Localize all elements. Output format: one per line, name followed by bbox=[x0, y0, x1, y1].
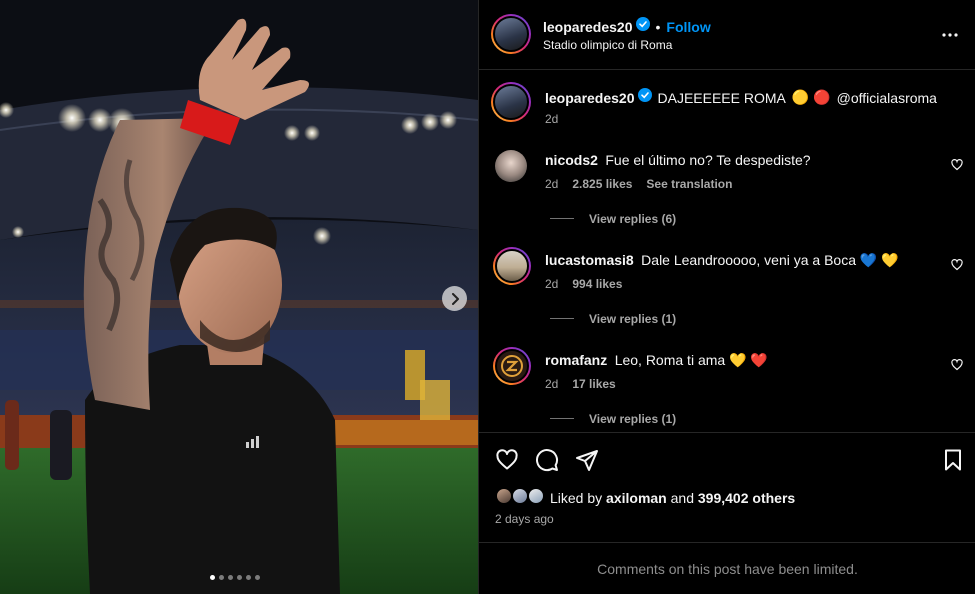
carousel-dot bbox=[219, 575, 224, 580]
avatar bbox=[527, 487, 545, 505]
replies-divider bbox=[550, 318, 574, 319]
carousel-dot bbox=[255, 575, 260, 580]
comment-likes[interactable]: 17 likes bbox=[572, 377, 615, 391]
comments-limited-text: Comments on this post have been limited. bbox=[597, 560, 858, 577]
carousel-dot bbox=[246, 575, 251, 580]
post-location[interactable]: Stadio olimpico di Roma bbox=[543, 38, 672, 52]
comment-item: lucastomasi8 Dale Leandrooooo, veni ya a… bbox=[479, 242, 975, 342]
comment-avatar[interactable] bbox=[495, 150, 527, 182]
post-date[interactable]: 2 days ago bbox=[495, 512, 554, 526]
like-comment-icon[interactable] bbox=[951, 358, 963, 376]
caption-mention[interactable]: @officialasroma bbox=[837, 90, 937, 106]
comment-likes[interactable]: 994 likes bbox=[572, 277, 622, 291]
comment-time[interactable]: 2d bbox=[545, 377, 558, 391]
carousel-dot bbox=[228, 575, 233, 580]
post-details-panel: leoparedes20 • Follow Stadio olimpico di… bbox=[478, 0, 975, 594]
next-image-button[interactable] bbox=[442, 286, 467, 311]
comment-item: romafanz Leo, Roma ti ama 💛 ❤️ 2d 17 lik… bbox=[479, 342, 975, 432]
see-translation-link[interactable]: See translation bbox=[646, 177, 732, 191]
stadium-photo bbox=[0, 0, 478, 594]
caption-text: DAJEEEEEE ROMA bbox=[657, 89, 786, 106]
like-icon[interactable] bbox=[495, 448, 519, 477]
comment-username[interactable]: lucastomasi8 bbox=[545, 252, 634, 268]
comment-avatar[interactable] bbox=[493, 247, 531, 285]
liked-by-others[interactable]: 399,402 others bbox=[698, 490, 795, 506]
comment-time[interactable]: 2d bbox=[545, 277, 558, 291]
liked-by-avatars[interactable] bbox=[495, 487, 547, 507]
post-image[interactable] bbox=[0, 0, 478, 594]
author-avatar[interactable] bbox=[491, 14, 531, 54]
liked-by-prefix: Liked by bbox=[550, 490, 603, 506]
caption-time[interactable]: 2d bbox=[545, 112, 558, 126]
carousel-dot bbox=[210, 575, 215, 580]
comment-text: Leo, Roma ti ama 💛 ❤️ bbox=[614, 352, 768, 368]
chevron-right-icon bbox=[451, 292, 459, 305]
replies-divider bbox=[550, 218, 574, 219]
carousel-dot bbox=[237, 575, 242, 580]
caption-emojis: 🟡 🔴 bbox=[791, 89, 831, 105]
comment-icon[interactable] bbox=[535, 448, 559, 477]
liked-by-user[interactable]: axiloman bbox=[606, 490, 667, 506]
comment-time[interactable]: 2d bbox=[545, 177, 558, 191]
replies-divider bbox=[550, 418, 574, 419]
more-options-icon[interactable] bbox=[941, 26, 959, 49]
verified-badge-icon bbox=[637, 88, 652, 107]
view-replies-button[interactable]: View replies (1) bbox=[589, 412, 676, 426]
caption-avatar[interactable] bbox=[491, 82, 531, 122]
like-comment-icon[interactable] bbox=[951, 158, 963, 176]
post-actions: Liked by axiloman and 399,402 others 2 d… bbox=[479, 432, 975, 542]
romafanz-logo-icon bbox=[501, 355, 523, 377]
comment-avatar[interactable] bbox=[493, 347, 531, 385]
author-username[interactable]: leoparedes20 bbox=[543, 19, 633, 35]
comment-text: Dale Leandrooooo, veni ya a Boca 💙 💛 bbox=[641, 252, 899, 268]
comment-username[interactable]: romafanz bbox=[545, 352, 607, 368]
comments-limited-notice: Comments on this post have been limited. bbox=[479, 542, 975, 594]
comment-likes[interactable]: 2.825 likes bbox=[572, 177, 632, 191]
separator-dot: • bbox=[655, 18, 661, 35]
comment-item: nicods2 Fue el último no? Te despediste?… bbox=[479, 142, 975, 242]
comment-username[interactable]: nicods2 bbox=[545, 152, 598, 168]
view-replies-button[interactable]: View replies (6) bbox=[589, 212, 676, 226]
like-comment-icon[interactable] bbox=[951, 258, 963, 276]
follow-button[interactable]: Follow bbox=[666, 19, 710, 35]
share-icon[interactable] bbox=[575, 448, 599, 477]
save-bookmark-icon[interactable] bbox=[941, 448, 965, 477]
carousel-indicator bbox=[210, 575, 260, 580]
verified-badge-icon bbox=[635, 17, 650, 36]
caption-username[interactable]: leoparedes20 bbox=[545, 90, 635, 106]
post-caption: leoparedes20 DAJEEEEEE ROMA 🟡 🔴 @officia… bbox=[479, 80, 975, 136]
liked-by-and: and bbox=[670, 490, 694, 506]
comment-text: Fue el último no? Te despediste? bbox=[605, 152, 811, 168]
post-header: leoparedes20 • Follow Stadio olimpico di… bbox=[479, 0, 975, 70]
view-replies-button[interactable]: View replies (1) bbox=[589, 312, 676, 326]
